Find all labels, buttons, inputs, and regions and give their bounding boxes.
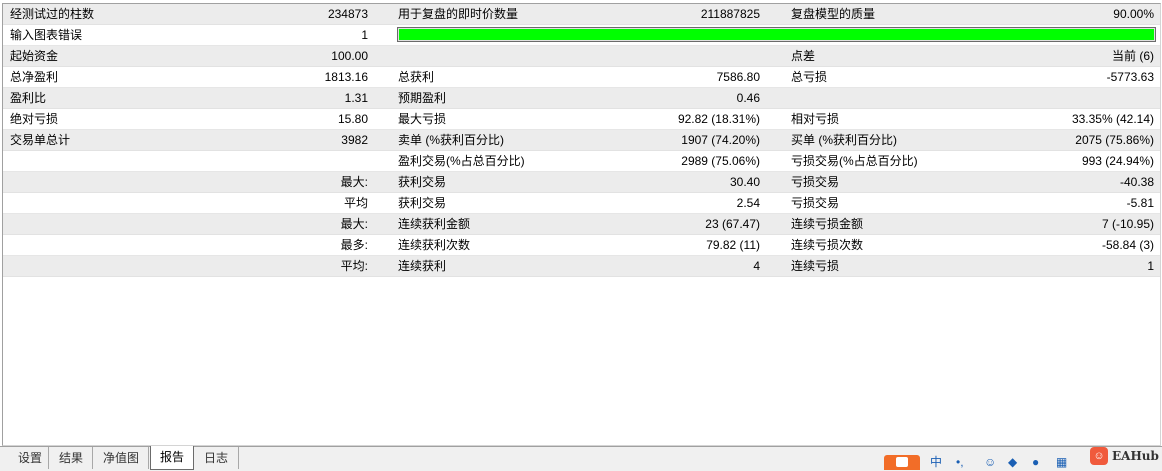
report-row: 最多: 连续获利次数 79.82 (11) 连续亏损次数 -58.84 (3)	[3, 235, 1160, 256]
report-row: 盈利交易(%占总百分比) 2989 (75.06%) 亏损交易(%占总百分比) 993…	[3, 151, 1160, 172]
watermark-text: EAHub	[1112, 449, 1159, 463]
value-col2: 4	[753, 259, 760, 273]
value-col1: 1	[361, 28, 368, 42]
report-row: 经测试过的柱数 234873 用于复盘的即时价数量 211887825 复盘模型的质量 9…	[3, 4, 1160, 25]
tab-journal[interactable]: 日志	[194, 447, 239, 469]
ime-toolbar: 中 •, ☺ ◆ ● ▦	[884, 455, 1084, 470]
value-col2: 2989 (75.06%)	[681, 154, 760, 168]
keyboard-icon[interactable]: ▦	[1056, 455, 1067, 470]
value-col2: 0.46	[736, 91, 760, 105]
value-col2: 7586.80	[716, 70, 760, 84]
model-quality-bar-fill	[399, 29, 1154, 40]
sogou-input-icon[interactable]	[884, 455, 920, 470]
value-col1: 平均	[343, 196, 368, 210]
value-col3: -5773.63	[1106, 70, 1154, 84]
chinese-mode-icon[interactable]: 中	[930, 455, 942, 470]
report-row: 总净盈利 1813.16 总获利 7586.80 总亏损 -5773.63	[3, 67, 1160, 88]
report-panel: 经测试过的柱数 234873 用于复盘的即时价数量 211887825 复盘模型的质量 9…	[2, 3, 1161, 446]
eahub-watermark: ☺ EAHub	[1090, 444, 1160, 466]
tab-equity-chart[interactable]: 净值图	[94, 447, 149, 469]
value-col2: 23 (67.47)	[705, 217, 760, 231]
report-row: 起始资金 100.00 点差 当前 (6)	[3, 46, 1160, 67]
eahub-logo-icon: ☺	[1090, 447, 1108, 465]
value-col3: -40.38	[1119, 175, 1154, 189]
value-col1: 1813.16	[324, 70, 368, 84]
report-row: 最大: 获利交易 30.40 亏损交易 -40.38	[3, 172, 1160, 193]
tab-settings[interactable]: 设置	[12, 447, 49, 469]
value-col2: 92.82 (18.31%)	[677, 112, 760, 126]
value-col1: 15.80	[337, 112, 368, 126]
value-col2: 211887825	[700, 7, 760, 21]
value-col1: 最大:	[340, 217, 368, 231]
value-col3: 当前 (6)	[1111, 49, 1154, 63]
value-col1: 平均:	[340, 259, 368, 273]
value-col3: 993 (24.94%)	[1081, 154, 1154, 168]
value-col1: 3982	[341, 133, 368, 147]
value-col2: 30.40	[729, 175, 760, 189]
report-row: 盈利比 1.31 预期盈利 0.46	[3, 88, 1160, 109]
value-col3: 90.00%	[1113, 7, 1154, 21]
report-row: 平均 获利交易 2.54 亏损交易 -5.81	[3, 193, 1160, 214]
punctuation-icon[interactable]: •,	[956, 455, 964, 470]
report-row: 交易单总计 3982 卖单 (%获利百分比) 1907 (74.20%) 买单 (%获利…	[3, 130, 1160, 151]
tab-results[interactable]: 结果	[50, 447, 93, 469]
value-col1: 234873	[327, 7, 368, 21]
value-col1: 1.31	[344, 91, 368, 105]
report-row: 最大: 连续获利金额 23 (67.47) 连续亏损金额 7 (-10.95)	[3, 214, 1160, 235]
value-col1: 最大:	[340, 175, 368, 189]
value-col3	[993, 88, 1154, 108]
value-col3: 33.35% (42.14)	[1071, 112, 1154, 126]
value-col2: 2.54	[736, 196, 760, 210]
value-col1	[243, 151, 368, 171]
mic-icon[interactable]: ●	[1032, 455, 1039, 470]
model-quality-bar	[397, 27, 1156, 42]
report-row: 绝对亏损 15.80 最大亏损 92.82 (18.31%) 相对亏损 33.35% (4…	[3, 109, 1160, 130]
tab-report[interactable]: 报告	[150, 446, 194, 470]
value-col3: 2075 (75.86%)	[1075, 133, 1154, 147]
value-col2	[603, 46, 760, 66]
value-col3: 7 (-10.95)	[1101, 217, 1154, 231]
settings-icon[interactable]: ◆	[1008, 455, 1017, 470]
value-col3: 1	[1147, 259, 1154, 273]
value-col2: 1907 (74.20%)	[681, 133, 760, 147]
value-col1: 最多:	[340, 238, 368, 252]
report-row: 输入图表错误 1	[3, 25, 1160, 46]
value-col3: -58.84 (3)	[1101, 238, 1154, 252]
value-col3: -5.81	[1126, 196, 1154, 210]
report-row: 平均: 连续获利 4 连续亏损 1	[3, 256, 1160, 277]
value-col1: 100.00	[331, 49, 368, 63]
value-col2: 79.82 (11)	[706, 238, 760, 252]
emoji-icon[interactable]: ☺	[984, 455, 996, 470]
